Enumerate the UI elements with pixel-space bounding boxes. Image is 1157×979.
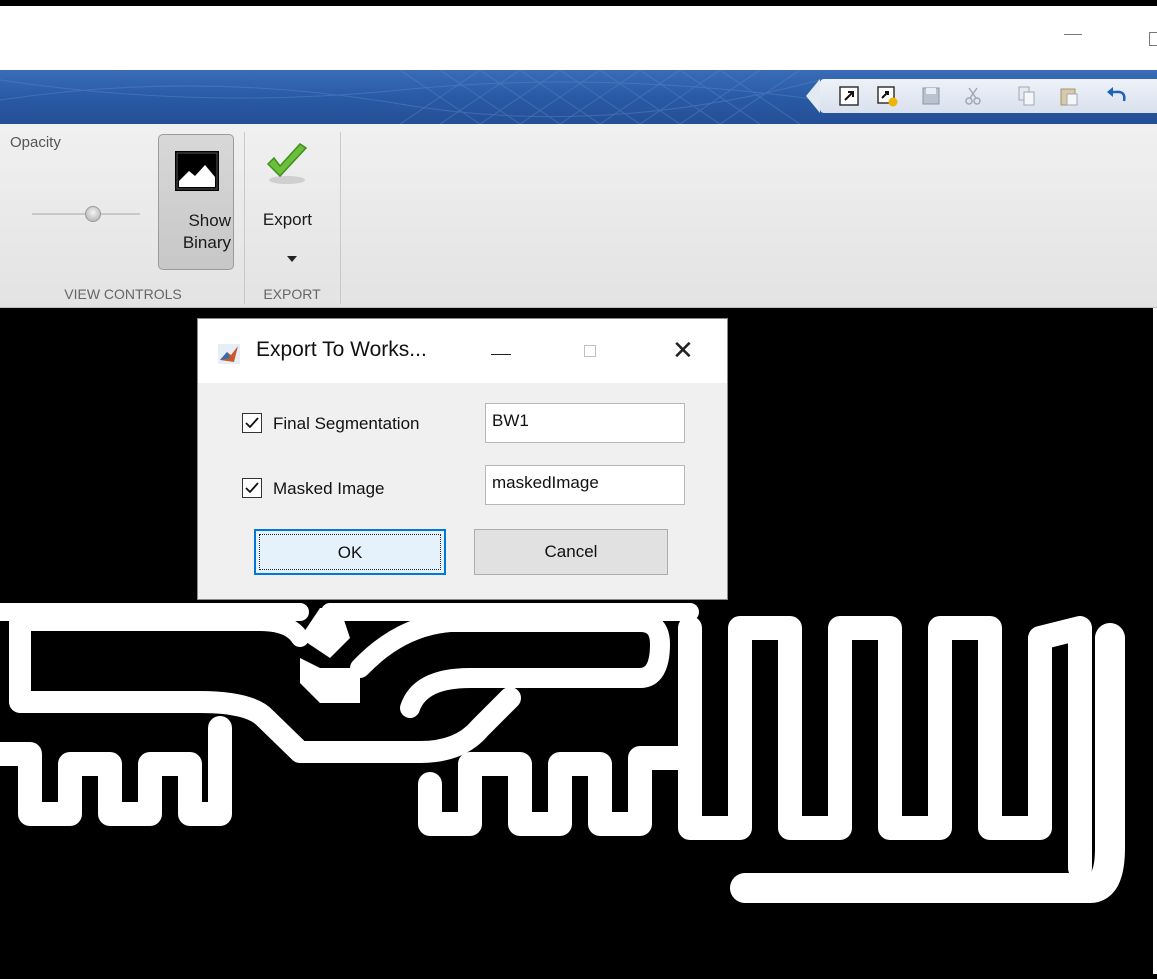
masked-image-field[interactable]: maskedImage	[485, 465, 685, 505]
final-segmentation-label: Final Segmentation	[273, 414, 420, 433]
opacity-label: Opacity	[10, 134, 61, 151]
masked-image-checkbox[interactable]	[242, 478, 262, 498]
cancel-button[interactable]: Cancel	[474, 529, 668, 575]
checkmark-icon	[245, 417, 259, 429]
canvas-right-edge	[1153, 308, 1157, 974]
show-binary-button[interactable]: Show Binary	[158, 134, 234, 270]
final-segmentation-field[interactable]: BW1	[485, 403, 685, 443]
ribbon-separator	[244, 132, 245, 304]
export-dialog: Export To Works... ✕ Final Segmentation …	[197, 318, 728, 600]
masked-image-label: Masked Image	[273, 479, 385, 498]
group-label-view-controls: VIEW CONTROLS	[64, 286, 182, 302]
checkmark-icon	[266, 143, 308, 184]
checkmark-icon	[245, 482, 259, 494]
chevron-down-icon[interactable]	[287, 256, 297, 262]
restore-icon[interactable]	[1149, 32, 1157, 46]
dialog-titlebar: Export To Works... ✕	[198, 319, 727, 383]
cut-icon[interactable]	[962, 85, 984, 107]
show-binary-label-line1: Show	[188, 211, 231, 230]
window-titlebar	[0, 0, 1157, 70]
group-label-export: EXPORT	[263, 286, 321, 302]
ok-button[interactable]: OK	[254, 529, 446, 575]
copy-icon[interactable]	[1016, 85, 1038, 107]
focus-ring	[259, 534, 441, 570]
opacity-slider-knob[interactable]	[85, 206, 101, 222]
dialog-minimize-icon[interactable]	[491, 354, 511, 355]
new-window-icon[interactable]	[876, 85, 898, 107]
binary-image-icon	[175, 151, 219, 191]
header-pattern	[0, 70, 820, 124]
show-binary-label-line2: Binary	[182, 233, 231, 252]
dialog-title: Export To Works...	[256, 338, 427, 361]
paste-icon[interactable]	[1058, 85, 1080, 107]
undock-icon[interactable]	[838, 85, 860, 107]
save-icon[interactable]	[920, 85, 942, 107]
export-button[interactable]: Export	[252, 134, 332, 270]
minimize-icon[interactable]	[1064, 34, 1082, 35]
app-header	[0, 70, 1157, 124]
export-label: Export	[262, 210, 312, 229]
ribbon-separator	[340, 132, 341, 304]
dialog-maximize-icon[interactable]	[584, 345, 596, 357]
ribbon: Opacity Show Binary Export VIEW CONTROLS…	[0, 124, 1157, 308]
close-icon[interactable]: ✕	[672, 335, 694, 365]
matlab-logo-icon	[218, 344, 240, 364]
cancel-label: Cancel	[544, 542, 598, 561]
undo-icon[interactable]	[1104, 85, 1126, 107]
final-segmentation-checkbox[interactable]	[242, 413, 262, 433]
quick-access-toolbar	[806, 79, 1157, 113]
